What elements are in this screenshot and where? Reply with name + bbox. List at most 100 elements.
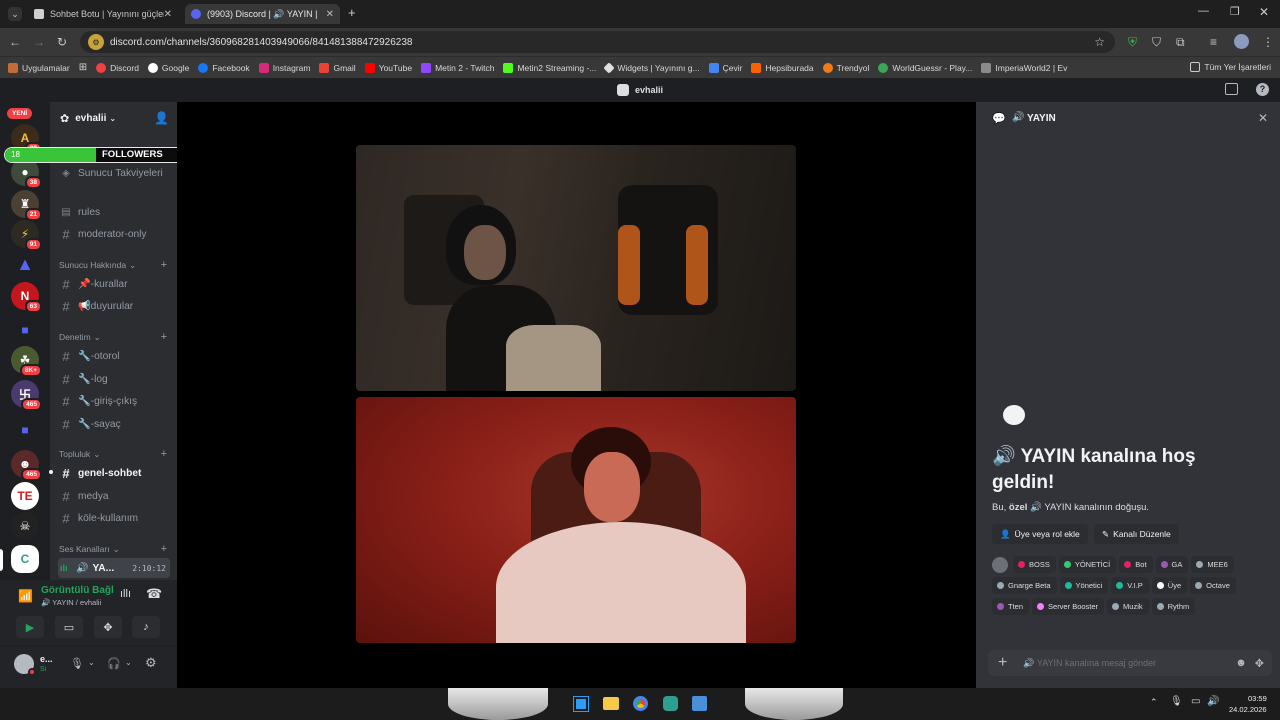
photos-icon[interactable] <box>692 696 707 711</box>
role-tag[interactable]: Muzik <box>1107 598 1149 615</box>
channel-otorol[interactable]: # 🔧-otorol <box>58 347 170 365</box>
bookmark-worldguessr[interactable]: WorldGuessr - Play... <box>878 62 972 73</box>
channel-kurallar[interactable]: # 📌-kurallar <box>58 275 170 293</box>
tab-search-icon[interactable]: ⌄ <box>8 7 22 21</box>
add-channel-icon[interactable]: + <box>161 448 167 460</box>
new-tab-button[interactable]: + <box>348 5 356 20</box>
role-tag[interactable]: Gnarge Beta <box>992 577 1057 594</box>
chevron-down-icon[interactable]: ⌄ <box>88 658 95 667</box>
channel-sayac[interactable]: # 🔧-sayaç <box>58 415 170 433</box>
microphone-icon[interactable]: 🎙 <box>70 657 84 670</box>
channel-genel-sohbet[interactable]: # genel-sohbet <box>58 464 170 482</box>
category-sunucu-hakkinda[interactable]: Sunucu Hakkında ⌄ + <box>59 259 167 271</box>
channel-giris-cikis[interactable]: # 🔧-giriş-çıkış <box>58 392 170 410</box>
role-tag[interactable]: Yönetici <box>1059 577 1109 594</box>
server-icon-4[interactable]: ⚡ 91 <box>11 220 42 251</box>
video-tile-1[interactable] <box>356 145 796 391</box>
voice-location[interactable]: 🔊 YAYIN / evhalii <box>41 598 101 607</box>
bookmark-widgets[interactable]: Widgets | Yayınını g... <box>603 61 700 74</box>
signal-icon[interactable]: 📶 <box>18 589 33 603</box>
server-icon-te[interactable]: TE <box>11 482 39 510</box>
message-input[interactable]: 🔊 YAYIN kanalına mesaj gönder <box>1023 658 1156 669</box>
role-tag[interactable]: GA <box>1155 556 1189 573</box>
bookmark-star-icon[interactable]: ☆ <box>1094 35 1105 49</box>
chevron-down-icon[interactable]: ⌄ <box>125 658 132 667</box>
bookmark-hepsiburada[interactable]: Hepsiburada <box>751 62 814 73</box>
soundboard-button[interactable]: ♪ <box>132 616 160 638</box>
reload-icon[interactable]: ↻ <box>57 35 67 49</box>
minimize-button[interactable]: — <box>1198 5 1209 17</box>
role-tag[interactable]: Rythm <box>1151 598 1196 615</box>
bookmark-instagram[interactable]: Instagram <box>258 62 310 73</box>
bookmark-twitch[interactable]: Metin 2 - Twitch <box>421 62 494 73</box>
avatar[interactable] <box>992 556 1008 573</box>
server-icon-10[interactable]: ☻ 465 <box>11 450 42 481</box>
channel-rules[interactable]: ▤ rules <box>58 203 170 221</box>
tab-search-list-icon[interactable]: ≡ <box>1210 35 1217 49</box>
role-tag[interactable]: Octave <box>1190 577 1236 594</box>
server-icon-evhalii[interactable]: C <box>11 545 39 573</box>
maximize-button[interactable]: ❐ <box>1230 5 1240 18</box>
screen-share-button[interactable]: ▭ <box>55 616 83 638</box>
bookmark-youtube[interactable]: YouTube <box>364 62 412 73</box>
channel-boosts[interactable]: ◈ Sunucu Takviyeleri <box>58 164 170 182</box>
server-icon-skull[interactable]: ☠ <box>11 512 39 540</box>
video-tile-2[interactable] <box>356 397 796 643</box>
emoji-icon[interactable]: ☻ <box>1235 657 1247 669</box>
noise-suppression-icon[interactable]: ıllı <box>120 588 131 600</box>
microphone-icon[interactable]: 🎙 <box>1170 696 1183 707</box>
disconnect-icon[interactable]: ☎ <box>146 586 162 602</box>
forward-icon[interactable]: → <box>33 35 45 49</box>
role-tag[interactable]: YÖNETİCİ <box>1058 556 1117 573</box>
invite-icon[interactable]: 👤 <box>154 111 169 125</box>
channel-medya[interactable]: # medya <box>58 487 170 505</box>
bookmark-metin2-streaming[interactable]: Metin2 Streaming -... <box>503 62 596 73</box>
file-explorer-icon[interactable] <box>603 697 619 710</box>
voice-channel-yayin[interactable]: ılı 🔊 YA... 2:10:12 <box>58 558 170 578</box>
category-denetim[interactable]: Denetim ⌄ + <box>59 331 167 343</box>
edit-channel-button[interactable]: ✎ Kanalı Düzenle <box>1094 524 1179 544</box>
settings-gear-icon[interactable]: ⚙ <box>145 655 157 671</box>
app-icon[interactable] <box>663 696 678 711</box>
clock-date[interactable]: 24.02.2026 <box>1229 705 1267 714</box>
add-attachment-icon[interactable]: + <box>998 654 1007 672</box>
profile-avatar[interactable] <box>1234 34 1249 49</box>
role-tag[interactable]: MEE6 <box>1191 556 1234 573</box>
close-tab-icon[interactable]: ✕ <box>164 9 172 20</box>
role-tag[interactable]: BOSS <box>1013 556 1056 573</box>
channel-duyurular[interactable]: # 📢duyurular <box>58 297 170 315</box>
role-tag[interactable]: Üye <box>1151 577 1188 594</box>
chevron-up-icon[interactable]: ⌃ <box>1150 697 1158 708</box>
add-channel-icon[interactable]: + <box>161 331 167 343</box>
headset-icon[interactable]: 🎧 <box>107 657 121 670</box>
server-icon-7[interactable]: ☘ 8K+ <box>11 346 42 377</box>
network-icon[interactable]: ▭ <box>1191 696 1200 707</box>
server-icon-ng[interactable]: N 63 <box>11 282 42 313</box>
role-tag[interactable]: Bot <box>1119 556 1153 573</box>
bookmark-apps[interactable]: Uygulamalar <box>8 62 70 73</box>
bookmark-translate[interactable]: Çevir <box>708 62 742 73</box>
folder-icon[interactable]: ■ <box>11 416 39 444</box>
help-icon[interactable]: ? <box>1256 83 1269 96</box>
tab-sohbet-botu[interactable]: Sohbet Botu | Yayınını güçlendi ✕ <box>28 4 178 24</box>
bookmark-grid-icon[interactable]: ⊞ <box>79 62 87 73</box>
server-header[interactable]: ✿ evhalii ⌄ <box>60 112 116 125</box>
close-tab-icon[interactable]: ✕ <box>326 9 334 20</box>
chrome-icon[interactable] <box>633 696 648 711</box>
all-bookmarks[interactable]: Tüm Yer İşaretleri <box>1190 62 1271 72</box>
role-tag[interactable]: V.I.P <box>1111 577 1149 594</box>
inbox-icon[interactable] <box>1225 83 1238 95</box>
close-window-button[interactable]: ✕ <box>1259 5 1269 19</box>
menu-icon[interactable]: ⋮ <box>1262 35 1274 49</box>
server-icon-8[interactable]: 卐 465 <box>11 380 42 411</box>
address-bar[interactable]: ⚙ discord.com/channels/36096828140394906… <box>80 31 1115 53</box>
clock-time[interactable]: 03:59 <box>1248 694 1267 703</box>
apps-icon[interactable]: ✥ <box>1255 657 1264 670</box>
volume-icon[interactable]: 🔊 <box>1207 696 1219 707</box>
tab-discord[interactable]: (9903) Discord | 🔊 YAYIN | ✕ <box>185 4 340 24</box>
extension-icon[interactable]: ⛉ <box>1152 35 1161 50</box>
bookmark-trendyol[interactable]: Trendyol <box>822 62 869 73</box>
camera-button[interactable]: ▶ <box>16 616 44 638</box>
role-tag[interactable]: Server Booster <box>1032 598 1105 615</box>
site-info-icon[interactable]: ⚙ <box>88 34 104 50</box>
